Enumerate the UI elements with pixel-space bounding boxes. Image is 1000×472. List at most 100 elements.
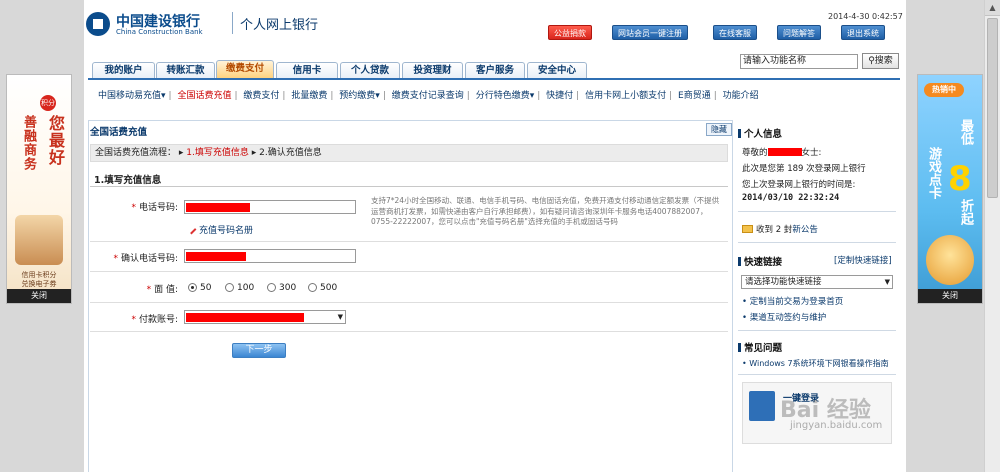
tab-payment[interactable]: 缴费支付 [216, 60, 274, 79]
chevron-down-icon: ▼ [884, 278, 890, 286]
amount-radio-100[interactable]: 100 [225, 283, 254, 293]
product-name: 个人网上银行 [240, 18, 319, 33]
quick-links-title: 快速链接 [738, 254, 782, 268]
ccb-logo-icon [86, 12, 110, 36]
member-register-button[interactable]: 网站会员一键注册 [612, 25, 688, 40]
envelope-icon [742, 225, 753, 233]
confirm-phone-label: * 确认电话号码: [113, 254, 178, 264]
chevron-down-icon: ▼ [337, 313, 343, 321]
tab-personal-loan[interactable]: 个人贷款 [340, 62, 400, 79]
redacted-value [186, 252, 246, 261]
subnav-quick-pay[interactable]: 快捷付 [546, 88, 573, 101]
row-divider [90, 331, 728, 332]
confirm-phone-input[interactable] [184, 249, 356, 263]
account-label: * 付款账号: [131, 315, 178, 325]
tab-customer-service[interactable]: 客户服务 [465, 62, 525, 79]
search-button[interactable]: ⚲搜索 [862, 53, 899, 69]
hot-sale-badge: 热销中 [924, 83, 964, 97]
phone-number-input[interactable] [184, 200, 356, 214]
row-divider [90, 302, 728, 303]
bank-name-en: China Construction Bank [116, 28, 203, 36]
right-divider [738, 242, 896, 243]
function-search-input[interactable]: 请输入功能名称 [740, 54, 858, 69]
right-divider [738, 330, 896, 331]
pencil-icon [186, 224, 197, 235]
tab-security-center[interactable]: 安全中心 [527, 62, 587, 79]
subnav-intro[interactable]: 功能介绍 [723, 88, 759, 101]
left-banner-close-button[interactable]: 关闭 [7, 289, 71, 303]
login-count: 此次是您第 189 次登录网上银行 [742, 164, 866, 174]
quick-link-homepage[interactable]: • 定制当前交易为登录首页 [742, 295, 843, 307]
redacted-name [767, 148, 802, 156]
right-divider [738, 211, 896, 212]
section-title: 1.填写充值信息 [94, 175, 162, 186]
announcement-link[interactable]: 新公告 [792, 225, 818, 235]
flow-bar: 全国话费充值流程： ▸ 1.填写充值信息 ▸ 2.确认充值信息 [90, 144, 728, 162]
tab-my-account[interactable]: 我的账户 [92, 62, 155, 79]
amount-radio-50[interactable]: 50 [188, 283, 211, 293]
subnav-phone-recharge[interactable]: 全国话费充值 [177, 88, 231, 101]
faq-button[interactable]: 问题解答 [777, 25, 821, 40]
subnav-payment[interactable]: 缴费支付 [243, 88, 279, 101]
hide-button[interactable]: 隐藏 [706, 123, 732, 136]
tab-credit-card[interactable]: 信用卡 [276, 62, 338, 79]
flow-step-2: 2.确认充值信息 [259, 148, 322, 158]
subnav-scheduled-payment[interactable]: 预约缴费▾ [339, 88, 380, 101]
quick-link-select[interactable]: 请选择功能快速链接 ▼ [741, 275, 893, 289]
account-select[interactable]: ▼ [184, 310, 346, 324]
faq-link-win7[interactable]: • Windows 7系统环境下网银看操作指南 [742, 358, 889, 369]
greeting: 尊敬的 女士: [742, 148, 822, 158]
right-side-banner[interactable]: 热销中 游戏点卡 最低 8 折起 关闭 [917, 74, 983, 304]
personal-info-title: 个人信息 [738, 126, 782, 140]
scroll-up-arrow[interactable]: ▲ [985, 0, 1000, 16]
subnav-mobile-recharge[interactable]: 中国移动易充值▾ [98, 88, 166, 101]
online-service-button[interactable]: 在线客服 [713, 25, 757, 40]
left-side-banner[interactable]: 积分 善融商务 您最好 信用卡积分 兑换电子券 关闭 [6, 74, 72, 304]
tab-transfer[interactable]: 转账汇款 [156, 62, 215, 79]
credit-card-image [15, 215, 63, 265]
panel-title: 全国话费充值 [90, 127, 148, 138]
next-step-button[interactable]: 下一步 [232, 343, 286, 358]
subnav-credit-micro-pay[interactable]: 信用卡网上小额支付 [585, 88, 666, 101]
flow-label: 全国话费充值流程： [95, 148, 177, 158]
phone-label: * 电话号码: [131, 203, 178, 213]
last-login-label: 您上次登录网上银行的时间是: [742, 180, 856, 190]
amount-label: * 面 值: [146, 285, 178, 295]
tab-investment[interactable]: 投资理财 [402, 62, 463, 79]
tab-underline [88, 78, 900, 80]
ad-text-game-card: 游戏点卡 [926, 147, 941, 199]
sub-navigation: 中国移动易充值▾ | 全国话费充值 | 缴费支付 | 批量缴费 | 预约缴费▾ | 缴费支… [98, 88, 898, 101]
flow-arrow-icon: ▸ [251, 148, 257, 158]
logo-divider [232, 12, 233, 34]
subnav-batch-payment[interactable]: 批量缴费 [291, 88, 327, 101]
subnav-payment-records[interactable]: 缴费支付记录查询 [392, 88, 464, 101]
main-panel [88, 120, 733, 472]
logout-button[interactable]: 退出系统 [841, 25, 885, 40]
messages-line: 收到 2 封新公告 [742, 223, 818, 235]
watermark-url: jingyan.baidu.com [790, 420, 883, 431]
subnav-e-trade[interactable]: E商贸通 [678, 88, 711, 101]
redacted-value [186, 313, 304, 322]
cartoon-image [926, 235, 974, 285]
phone-book-link[interactable]: 充值号码名册 [186, 223, 253, 236]
flow-arrow-icon: ▸ [178, 148, 184, 158]
amount-radio-300[interactable]: 300 [267, 283, 296, 293]
faq-title: 常见问题 [738, 340, 782, 354]
customize-quick-links[interactable]: [定制快速链接] [834, 254, 892, 266]
amount-radio-500[interactable]: 500 [308, 283, 337, 293]
recharge-hint-text: 支持7*24小时全国移动、联通、电信手机号码、电信固话充值，免费开通支付移动通信… [371, 196, 720, 226]
row-divider [90, 241, 728, 242]
ad-text-lowest: 最低 [958, 119, 973, 145]
flow-step-1: 1.填写充值信息 [186, 148, 249, 158]
search-icon: ⚲ [868, 56, 875, 66]
subnav-branch-payment[interactable]: 分行特色缴费▾ [476, 88, 535, 101]
last-login-time: 2014/03/10 22:32:24 [742, 193, 840, 203]
scroll-thumb[interactable] [987, 18, 998, 198]
vertical-scrollbar[interactable]: ▲ [984, 0, 1000, 472]
ad-text-nin-zuihao: 您最好 [46, 115, 65, 166]
ad-text-shanrong: 善融商务 [21, 115, 36, 171]
quick-link-channel[interactable]: • 渠道互动签约与维护 [742, 311, 826, 323]
right-banner-close-button[interactable]: 关闭 [918, 289, 982, 303]
charity-donation-button[interactable]: 公益捐款 [548, 25, 592, 40]
badge-points: 积分 [40, 95, 56, 111]
